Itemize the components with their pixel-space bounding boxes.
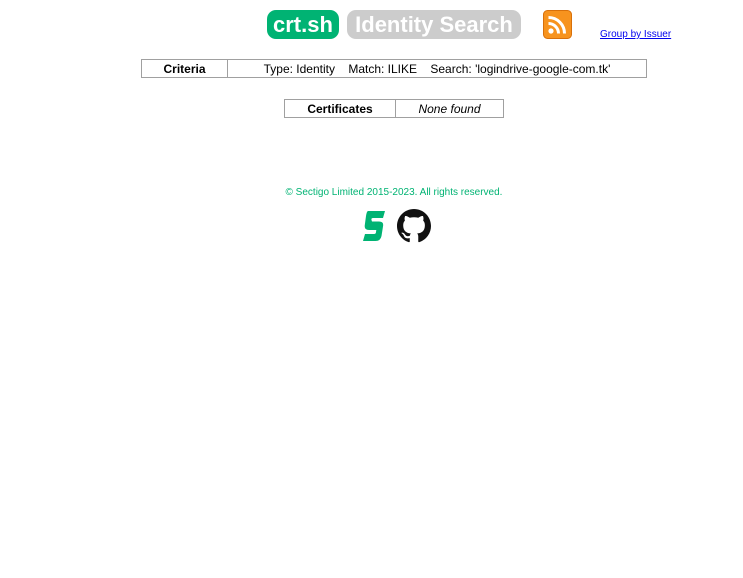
criteria-label: Criteria (141, 59, 228, 78)
criteria-search: Search: 'logindrive-google-com.tk' (430, 61, 611, 76)
sectigo-logo-icon[interactable] (361, 209, 387, 243)
header: crt.sh Identity Search Group by Issuer (0, 10, 743, 42)
certificates-row: Certificates None found (284, 99, 504, 118)
certificates-label: Certificates (284, 99, 396, 118)
group-by-issuer-link[interactable]: Group by Issuer (600, 29, 671, 40)
page: crt.sh Identity Search Group by Issuer C… (0, 0, 743, 578)
copyright-text: © Sectigo Limited 2015-2023. All rights … (285, 187, 503, 198)
criteria-match: Match: ILIKE (348, 61, 418, 76)
github-icon[interactable] (397, 209, 431, 243)
crtsh-home-link[interactable]: crt.sh (267, 10, 339, 39)
criteria-value: Type: Identity Match: ILIKE Search: 'log… (227, 59, 647, 78)
footer-icons (361, 209, 433, 243)
certificates-table: Certificates None found (284, 99, 504, 118)
rss-feed-icon[interactable] (543, 10, 572, 39)
criteria-table: Criteria Type: Identity Match: ILIKE Sea… (141, 59, 647, 78)
criteria-row: Criteria Type: Identity Match: ILIKE Sea… (141, 59, 647, 78)
criteria-type: Type: Identity (263, 61, 335, 76)
page-title: Identity Search (347, 10, 521, 39)
certificates-value: None found (395, 99, 504, 118)
